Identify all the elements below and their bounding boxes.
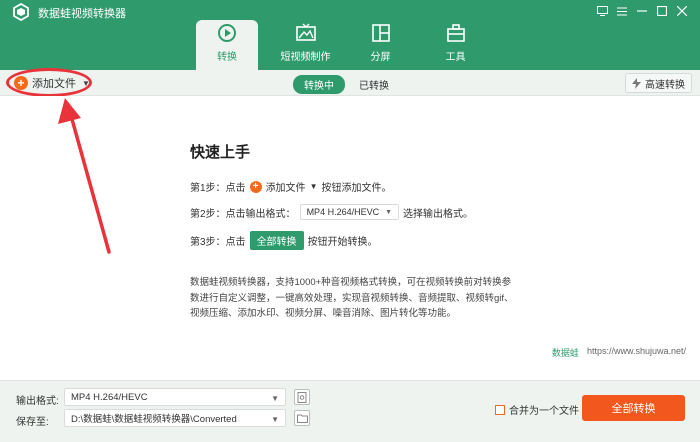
merge-label: 合并为一个文件: [509, 406, 579, 417]
tab-toolbox-label: 工具: [445, 52, 466, 63]
quick-start-title: 快速上手: [190, 144, 251, 161]
tab-convert[interactable]: 转换: [196, 20, 258, 70]
merge-option[interactable]: 合并为一个文件: [495, 402, 579, 417]
tab-converting[interactable]: 转换中: [293, 75, 345, 94]
menu-icon[interactable]: [612, 2, 632, 20]
app-logo-icon: [13, 3, 29, 21]
tab-converted[interactable]: 已转换: [359, 77, 389, 92]
step-1-prefix: 第1步：点击: [190, 183, 246, 194]
chevron-down-icon: ▼: [271, 394, 279, 403]
main-tabs: 转换 短视频制作 分屏 工具: [196, 20, 493, 70]
brand-line: 数据蛙 https://www.shujuwa.net/: [552, 346, 686, 359]
annotation-highlight-ring: [6, 68, 92, 97]
output-format-value: MP4 H.264/HEVC: [306, 207, 380, 217]
tab-split-screen-label: 分屏: [370, 52, 391, 63]
output-format-select[interactable]: MP4 H.264/HEVC ▼: [64, 388, 286, 406]
convert-icon: [218, 24, 236, 42]
feedback-icon[interactable]: [592, 2, 612, 20]
step-2: 第2步：点击输出格式： MP4 H.264/HEVC ▼ 选择输出格式。: [190, 204, 473, 220]
step-2-suffix: 选择输出格式。: [403, 208, 474, 220]
add-icon: +: [249, 180, 262, 193]
toolbar: + 添加文件 ▼ 转换中 已转换 高速转换: [0, 70, 700, 96]
output-format-dropdown[interactable]: MP4 H.264/HEVC ▼: [299, 204, 400, 220]
annotation-arrow-icon: [58, 98, 111, 254]
maximize-icon[interactable]: [652, 2, 672, 20]
step-1-suffix: 按钮添加文件。: [321, 183, 392, 194]
step-1-button[interactable]: 添加文件: [266, 179, 306, 194]
tab-short-video-label: 短视频制作: [280, 52, 331, 63]
output-format-select-value: MP4 H.264/HEVC: [71, 391, 148, 403]
brand-url[interactable]: https://www.shujuwa.net/: [587, 346, 686, 359]
step-1: 第1步：点击 + 添加文件 ▼ 按钮添加文件。: [190, 179, 391, 194]
step-3-suffix: 按钮开始转换。: [307, 237, 378, 248]
step-3-prefix: 第3步：点击: [190, 237, 246, 248]
minimize-icon[interactable]: [632, 2, 652, 20]
toolbox-icon: [446, 24, 465, 42]
tab-short-video[interactable]: 短视频制作: [268, 20, 343, 70]
chevron-down-icon: ▼: [309, 182, 318, 191]
output-format-label: 输出格式:: [16, 396, 59, 407]
title-bar: 数据蛙视频转换器 转换 短视频制作 分屏 工具: [0, 0, 700, 70]
short-video-icon: [295, 23, 316, 41]
conversion-status-switch: 转换中 已转换: [293, 75, 389, 94]
step-2-prefix: 第2步：点击输出格式：: [190, 208, 296, 220]
folder-icon: [296, 414, 308, 423]
settings-icon: [297, 391, 307, 403]
save-to-select[interactable]: D:\数据蛙\数据蛙视频转换器\Converted ▼: [64, 409, 286, 427]
merge-checkbox[interactable]: [495, 404, 505, 415]
product-description: 数据蛙视频转换器，支持1000+种音视频格式转换，可在视频转换前对转换参数进行自…: [190, 277, 514, 319]
save-to-label: 保存至:: [16, 417, 49, 428]
format-settings-button[interactable]: [294, 389, 310, 405]
save-to-select-value: D:\数据蛙\数据蛙视频转换器\Converted: [71, 414, 237, 425]
fast-convert-label: 高速转换: [645, 79, 685, 91]
app-title: 数据蛙视频转换器: [38, 8, 126, 20]
tab-convert-label: 转换: [217, 52, 237, 63]
brand-name: 数据蛙: [551, 348, 579, 358]
bottom-bar: 输出格式: MP4 H.264/HEVC ▼ 保存至: D:\数据蛙\数据蛙视频…: [0, 380, 700, 442]
split-screen-icon: [371, 24, 390, 42]
close-icon[interactable]: [672, 2, 692, 20]
tab-toolbox[interactable]: 工具: [418, 20, 493, 70]
step-3: 第3步：点击 全部转换 按钮开始转换。: [190, 231, 378, 250]
open-folder-button[interactable]: [294, 410, 310, 426]
lightning-icon: [632, 77, 641, 89]
convert-all-button[interactable]: 全部转换: [582, 395, 685, 421]
convert-all-pill[interactable]: 全部转换: [249, 231, 304, 250]
window-controls: [592, 2, 692, 20]
chevron-down-icon: ▼: [271, 415, 279, 424]
tab-split-screen[interactable]: 分屏: [343, 20, 418, 70]
fast-convert-button[interactable]: 高速转换: [625, 73, 692, 93]
chevron-down-icon: ▼: [385, 208, 393, 216]
